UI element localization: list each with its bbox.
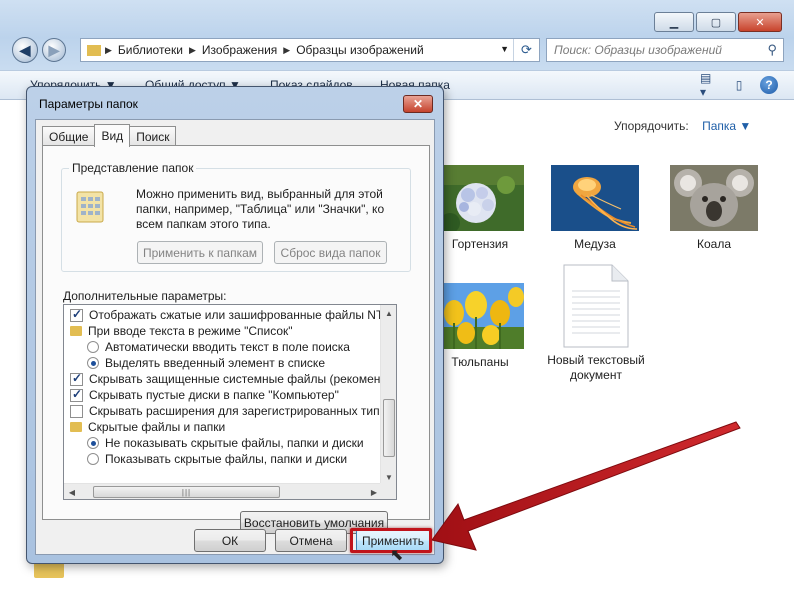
annotation-arrow (431, 421, 741, 551)
mouse-pointer-icon: ⬉ (390, 547, 404, 564)
tab-view[interactable]: Вид (94, 124, 131, 147)
